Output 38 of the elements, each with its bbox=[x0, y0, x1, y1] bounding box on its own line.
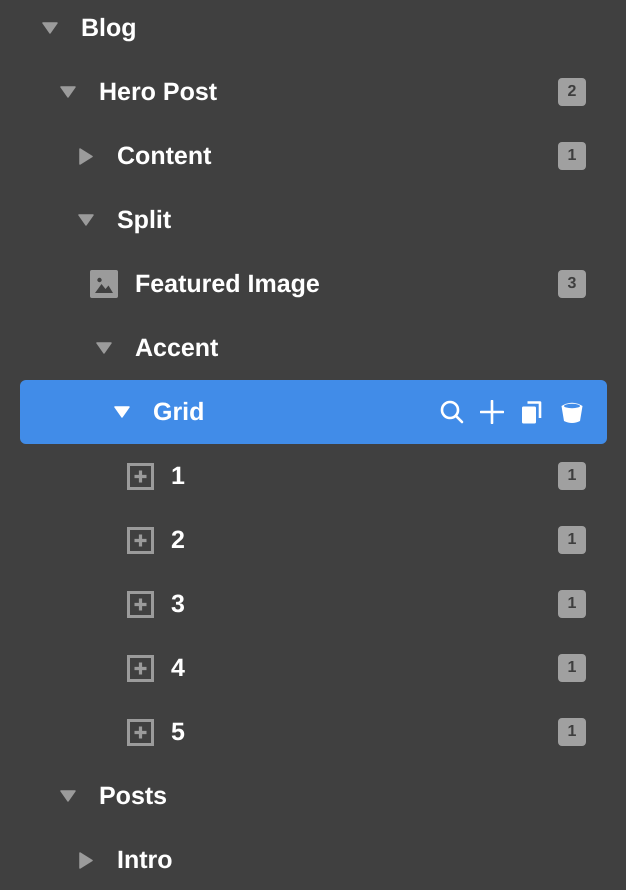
tree-row[interactable]: Featured Image 3 bbox=[20, 252, 607, 316]
caret-down-icon[interactable] bbox=[42, 22, 58, 34]
plus-square-icon[interactable] bbox=[126, 718, 154, 746]
count-badge: 1 bbox=[558, 526, 586, 554]
count-badge: 1 bbox=[558, 462, 586, 490]
count-badge: 1 bbox=[558, 654, 586, 682]
copy-icon[interactable] bbox=[520, 400, 544, 424]
caret-right-icon[interactable] bbox=[79, 148, 93, 164]
count-badge: 2 bbox=[558, 78, 586, 106]
tree-row[interactable]: 2 1 bbox=[20, 508, 607, 572]
tree-row[interactable]: Posts bbox=[20, 764, 607, 828]
plus-icon[interactable] bbox=[480, 400, 504, 424]
tree-row[interactable]: 3 1 bbox=[20, 572, 607, 636]
search-icon[interactable] bbox=[440, 400, 464, 424]
image-icon bbox=[90, 270, 118, 298]
tree-row[interactable]: Accent bbox=[20, 316, 607, 380]
tree-row[interactable]: 5 1 bbox=[20, 700, 607, 764]
tree-row[interactable]: Split bbox=[20, 188, 607, 252]
count-badge: 1 bbox=[558, 142, 586, 170]
caret-down-icon[interactable] bbox=[96, 342, 112, 354]
count-badge: 1 bbox=[558, 590, 586, 618]
tree-row[interactable]: 1 1 bbox=[20, 444, 607, 508]
count-badge: 1 bbox=[558, 718, 586, 746]
caret-down-icon[interactable] bbox=[60, 790, 76, 802]
caret-down-icon[interactable] bbox=[60, 86, 76, 98]
plus-square-icon[interactable] bbox=[126, 526, 154, 554]
count-badge: 3 bbox=[558, 270, 586, 298]
caret-right-icon[interactable] bbox=[79, 852, 93, 868]
tree-row[interactable]: Content 1 bbox=[20, 124, 607, 188]
tree-row[interactable]: Blog bbox=[20, 0, 607, 60]
tree-row[interactable]: 4 1 bbox=[20, 636, 607, 700]
plus-square-icon[interactable] bbox=[126, 590, 154, 618]
tree-row[interactable]: Hero Post 2 bbox=[20, 60, 607, 124]
tree-row[interactable]: Intro bbox=[20, 828, 607, 890]
trash-icon[interactable] bbox=[560, 400, 584, 424]
plus-square-icon[interactable] bbox=[126, 462, 154, 490]
caret-down-icon[interactable] bbox=[78, 214, 94, 226]
plus-square-icon[interactable] bbox=[126, 654, 154, 682]
